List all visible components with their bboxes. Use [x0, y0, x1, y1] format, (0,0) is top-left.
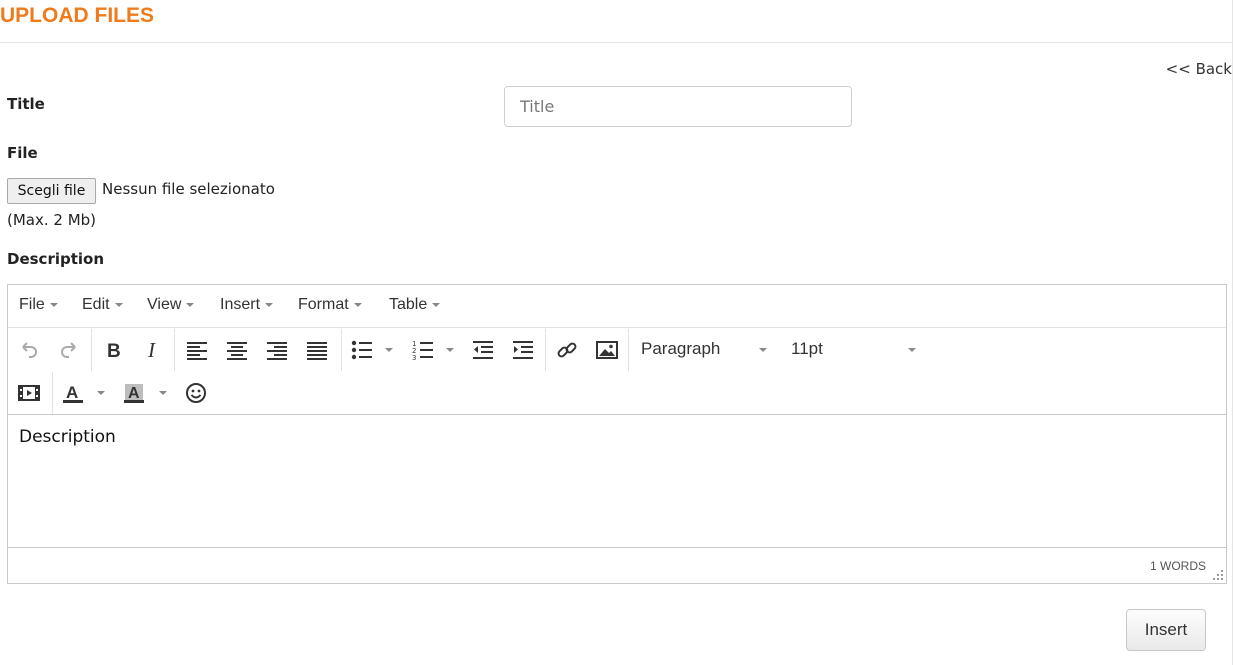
description-label: Description: [7, 250, 105, 268]
align-justify-icon: [307, 342, 327, 360]
word-count: 1 WORDS: [1149, 559, 1206, 573]
undo-icon: [22, 342, 37, 358]
image-icon: [596, 341, 618, 359]
toolbar-separator: [52, 372, 53, 414]
editor-content-text[interactable]: Description: [19, 427, 116, 447]
undo-button[interactable]: [16, 335, 42, 365]
svg-text:A: A: [128, 385, 140, 402]
bullet-list-icon: [351, 340, 372, 360]
align-left-button[interactable]: [184, 335, 210, 365]
chevron-down-icon: [49, 302, 58, 307]
background-color-button[interactable]: A: [121, 378, 147, 408]
numbered-list-dropdown[interactable]: [446, 348, 454, 352]
align-right-button[interactable]: [264, 335, 290, 365]
menu-table[interactable]: Table: [389, 296, 441, 314]
editor-status-bar: 1 WORDS: [8, 548, 1226, 583]
right-divider: [1232, 0, 1233, 665]
text-color-dropdown[interactable]: [97, 391, 105, 395]
italic-button[interactable]: I: [140, 335, 166, 365]
numbered-list-button[interactable]: 123: [409, 335, 437, 365]
insert-image-button[interactable]: [594, 335, 620, 365]
svg-text:B: B: [107, 341, 121, 360]
menu-table-label: Table: [389, 296, 428, 313]
menu-format[interactable]: Format: [298, 296, 362, 314]
bullet-list-button[interactable]: [348, 335, 376, 365]
editor-toolbar-row-1: B I 123 Paragraph 11pt: [8, 328, 1226, 371]
text-color-icon: A: [63, 383, 83, 403]
menu-view[interactable]: View: [147, 296, 195, 314]
insert-link-button[interactable]: [554, 335, 580, 365]
toolbar-separator: [628, 329, 629, 371]
background-color-icon: A: [124, 384, 144, 403]
toolbar-separator: [341, 329, 342, 371]
menu-format-label: Format: [298, 296, 349, 313]
toolbar-separator: [91, 329, 92, 371]
italic-icon: I: [147, 340, 156, 360]
outdent-button[interactable]: [470, 335, 496, 365]
numbered-list-icon: 123: [412, 340, 433, 361]
align-left-icon: [187, 342, 207, 360]
bold-button[interactable]: B: [100, 335, 126, 365]
chevron-down-icon: [114, 302, 123, 307]
bullet-list-dropdown[interactable]: [385, 348, 393, 352]
chevron-down-icon: [432, 302, 441, 307]
back-link[interactable]: << Back: [1166, 60, 1232, 78]
chevron-down-icon: [265, 302, 274, 307]
indent-icon: [513, 341, 533, 359]
redo-icon: [61, 342, 76, 358]
bold-icon: B: [107, 341, 121, 360]
align-justify-button[interactable]: [304, 335, 330, 365]
toolbar-separator: [545, 329, 546, 371]
media-icon: [18, 385, 40, 401]
menu-insert[interactable]: Insert: [220, 296, 274, 314]
page-title: UPLOAD FILES: [0, 4, 155, 27]
link-icon: [557, 342, 577, 358]
redo-button[interactable]: [56, 335, 82, 365]
file-label: File: [7, 144, 38, 162]
chevron-down-icon[interactable]: [908, 348, 916, 352]
svg-text:A: A: [66, 383, 78, 402]
emoticons-button[interactable]: [183, 378, 209, 408]
toolbar-separator: [174, 329, 175, 371]
editor-menubar: File Edit View Insert Format Table: [8, 285, 1226, 328]
align-center-button[interactable]: [224, 335, 250, 365]
outdent-icon: [473, 341, 493, 359]
title-divider: [0, 42, 1232, 43]
menu-edit-label: Edit: [82, 296, 110, 313]
emoticons-icon: [186, 383, 206, 403]
indent-button[interactable]: [510, 335, 536, 365]
max-size-note: (Max. 2 Mb): [7, 211, 97, 229]
insert-button[interactable]: Insert: [1126, 609, 1206, 651]
insert-media-button[interactable]: [16, 378, 42, 408]
menu-file-label: File: [19, 296, 45, 313]
editor-content-area[interactable]: Description: [8, 414, 1226, 548]
background-color-dropdown[interactable]: [159, 391, 167, 395]
align-right-icon: [267, 342, 287, 360]
title-input[interactable]: [504, 86, 852, 127]
menu-view-label: View: [147, 296, 182, 313]
file-status-text: Nessun file selezionato: [102, 180, 275, 198]
chevron-down-icon[interactable]: [759, 348, 767, 352]
text-color-button[interactable]: A: [60, 378, 86, 408]
align-center-icon: [227, 342, 247, 360]
chevron-down-icon: [186, 302, 195, 307]
resize-handle-icon[interactable]: [1213, 570, 1223, 580]
menu-edit[interactable]: Edit: [82, 296, 123, 314]
editor-toolbar-row-2: A A: [8, 371, 1226, 414]
chevron-down-icon: [353, 302, 362, 307]
rich-text-editor: File Edit View Insert Format Table B I 1…: [7, 284, 1227, 584]
block-format-dropdown[interactable]: Paragraph: [641, 339, 720, 359]
title-label: Title: [7, 95, 45, 113]
choose-file-button[interactable]: Scegli file: [7, 178, 96, 204]
font-size-dropdown[interactable]: 11pt: [791, 339, 823, 359]
menu-file[interactable]: File: [19, 296, 58, 314]
svg-text:I: I: [147, 340, 156, 360]
svg-text:3: 3: [412, 354, 416, 361]
menu-insert-label: Insert: [220, 296, 261, 313]
